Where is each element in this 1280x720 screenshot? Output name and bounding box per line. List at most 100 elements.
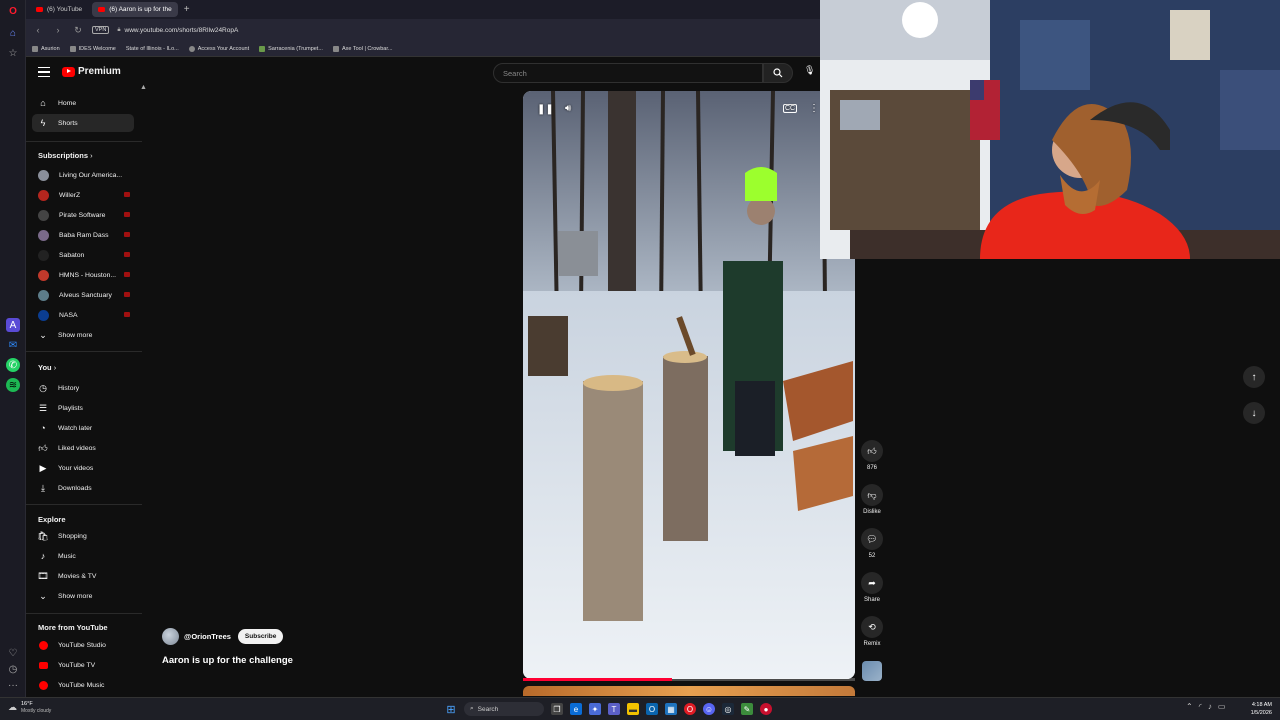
tab-short[interactable]: (6) Aaron is up for the <box>92 2 178 17</box>
scroll-up-arrow-icon[interactable]: ▲ <box>140 84 147 91</box>
bookmark[interactable]: IDES Welcome <box>69 45 116 52</box>
previous-short-button[interactable]: ↑ <box>1243 366 1265 388</box>
channel-avatar[interactable] <box>162 628 179 645</box>
opera-icon[interactable]: O <box>684 703 696 715</box>
pause-icon[interactable]: ❚❚ <box>537 104 554 115</box>
windows-start-icon[interactable]: ⊞ <box>445 703 457 716</box>
sidebar-item-playlists[interactable]: ☰ Playlists <box>32 399 134 417</box>
sidebar-subscription-item[interactable]: Sabaton <box>32 246 134 264</box>
sidebar-item-music[interactable]: ♪ Music <box>32 547 134 565</box>
comment-icon[interactable]: 💬︎ <box>861 528 883 550</box>
battery-icon[interactable]: ▭ <box>1218 702 1226 711</box>
whatsapp-icon[interactable]: ✆ <box>6 358 20 372</box>
shorts-video-player[interactable]: ❚❚ 🔊︎ CC ⋮ <box>523 91 855 679</box>
back-icon[interactable]: ‹ <box>32 25 44 35</box>
steam-icon[interactable]: ◎ <box>722 703 734 715</box>
volume-icon[interactable]: 🔊︎ <box>565 103 571 114</box>
bookmark[interactable]: Sarracenia (Trumpet... <box>259 45 323 52</box>
share-icon[interactable]: ➦ <box>861 572 883 594</box>
sidebar-show-more-explore[interactable]: ⌄ Show more <box>32 587 134 605</box>
bookmark[interactable]: Asurion <box>32 45 60 52</box>
file-explorer-icon[interactable]: ▬ <box>627 703 639 715</box>
reload-icon[interactable]: ↻ <box>72 25 84 36</box>
taskbar-search[interactable]: ⌕ Search <box>464 702 544 716</box>
url-field[interactable]: 🔒︎ www.youtube.com/shorts/8RIlw24RopA <box>117 27 238 34</box>
search-button[interactable] <box>763 63 793 83</box>
remix-icon[interactable]: ⟲ <box>861 616 883 638</box>
subscriptions-heading[interactable]: Subscriptions › <box>38 151 93 160</box>
sidebar-item-downloads[interactable]: ⤓ Downloads <box>32 479 134 497</box>
search-input[interactable]: Search <box>493 63 763 83</box>
thumbs-up-icon[interactable]: 👍︎ <box>861 440 883 462</box>
spotify-icon[interactable]: ≋ <box>6 378 20 392</box>
edge-icon[interactable]: e <box>570 703 582 715</box>
forward-icon[interactable]: › <box>52 25 64 35</box>
discord-icon[interactable]: ☺ <box>703 703 715 715</box>
share-action[interactable]: ➦ Share <box>858 572 886 603</box>
sidebar-item-liked-videos[interactable]: 👍︎ Liked videos <box>32 439 134 457</box>
app-icon[interactable]: ✎ <box>741 703 753 715</box>
sidebar-subscription-item[interactable]: HMNS - Houston... <box>32 266 134 284</box>
next-short-preview[interactable] <box>523 686 855 696</box>
sidebar-subscription-item[interactable]: Alveus Sanctuary <box>32 286 134 304</box>
volume-icon[interactable]: ♪ <box>1208 702 1212 711</box>
more-options-icon[interactable]: ⋮ <box>809 103 819 114</box>
next-short-button[interactable]: ↓ <box>1243 402 1265 424</box>
tab-youtube[interactable]: (6) YouTube <box>30 2 88 17</box>
sidebar-item-movies-tv[interactable]: 🎞︎ Movies & TV <box>32 567 134 585</box>
sidebar-item-youtube-tv[interactable]: YouTube TV <box>32 656 134 674</box>
messenger-icon[interactable]: ✉ <box>6 338 20 352</box>
subscribe-button[interactable]: Subscribe <box>237 629 284 644</box>
history-icon[interactable]: ◷ <box>6 662 20 676</box>
microphone-icon[interactable]: 🎙︎ <box>804 65 815 76</box>
sidebar-item-youtube-studio[interactable]: YouTube Studio <box>32 636 134 654</box>
bookmarks-icon[interactable]: ☆ <box>6 46 20 60</box>
more-icon[interactable]: ··· <box>6 678 20 692</box>
sidebar-item-home[interactable]: ⌂ Home <box>32 94 134 112</box>
youtube-premium-logo[interactable]: Premium <box>62 66 121 77</box>
sidebar-subscription-item[interactable]: WillerZ <box>32 186 134 204</box>
sidebar-subscription-item[interactable]: Living Our America... <box>32 166 134 184</box>
you-heading[interactable]: You › <box>38 363 56 372</box>
heart-icon[interactable]: ♡ <box>6 646 20 660</box>
store-icon[interactable]: ▦ <box>665 703 677 715</box>
comments-action[interactable]: 💬︎ 52 <box>858 528 886 559</box>
sidebar-item-watch-later[interactable]: ◔ Watch later <box>32 419 134 437</box>
weather-widget[interactable]: ☁ 16°F Mostly cloudy <box>8 701 51 714</box>
video-title[interactable]: Aaron is up for the challenge <box>162 655 293 666</box>
sidebar-item-shorts[interactable]: ϟ Shorts <box>32 114 134 132</box>
remix-action[interactable]: ⟲ Remix <box>858 616 886 647</box>
home-icon[interactable]: ⌂ <box>6 26 20 40</box>
hamburger-menu-icon[interactable] <box>38 67 50 77</box>
video-progress-bar[interactable] <box>523 678 855 681</box>
sidebar-item-history[interactable]: ◷ History <box>32 379 134 397</box>
teams-icon[interactable]: T <box>608 703 620 715</box>
vpn-badge[interactable]: VPN <box>92 26 110 34</box>
new-tab-button[interactable]: + <box>184 4 190 15</box>
sidebar-item-youtube-music[interactable]: YouTube Music <box>32 676 134 694</box>
sidebar-subscription-item[interactable]: Pirate Software <box>32 206 134 224</box>
chevron-up-icon[interactable]: ⌃ <box>1186 702 1193 711</box>
captions-icon[interactable]: CC <box>783 104 798 113</box>
channel-name[interactable]: @OrionTrees <box>184 632 231 641</box>
outlook-icon[interactable]: O <box>646 703 658 715</box>
bookmark[interactable]: State of Illinois - ILo... <box>126 46 179 52</box>
opera-logo-icon[interactable]: O <box>6 4 20 18</box>
aria-icon[interactable]: A <box>6 318 20 332</box>
copilot-icon[interactable]: ✦ <box>589 703 601 715</box>
sidebar-show-more[interactable]: ⌄ Show more <box>32 326 134 344</box>
sound-thumbnail[interactable] <box>862 661 882 681</box>
sidebar-item-your-videos[interactable]: ▶ Your videos <box>32 459 134 477</box>
bookmark[interactable]: Axe Tool | Crowbar... <box>332 45 392 52</box>
wifi-icon[interactable]: ◜ <box>1199 702 1202 711</box>
sidebar-subscription-item[interactable]: Baba Ram Dass <box>32 226 134 244</box>
task-view-icon[interactable]: ❐ <box>551 703 563 715</box>
dislike-action[interactable]: 👎︎ Dislike <box>858 484 886 515</box>
sidebar-subscription-item[interactable]: NASA <box>32 306 134 324</box>
thumbs-down-icon[interactable]: 👎︎ <box>861 484 883 506</box>
bookmark[interactable]: Access Your Account <box>188 45 249 52</box>
clock[interactable]: 4:18 AM 1/5/2026 <box>1242 701 1272 717</box>
sidebar-item-shopping[interactable]: 🛍︎ Shopping <box>32 527 134 545</box>
game-app-icon[interactable]: ● <box>760 703 772 715</box>
like-action[interactable]: 👍︎ 876 <box>858 440 886 471</box>
